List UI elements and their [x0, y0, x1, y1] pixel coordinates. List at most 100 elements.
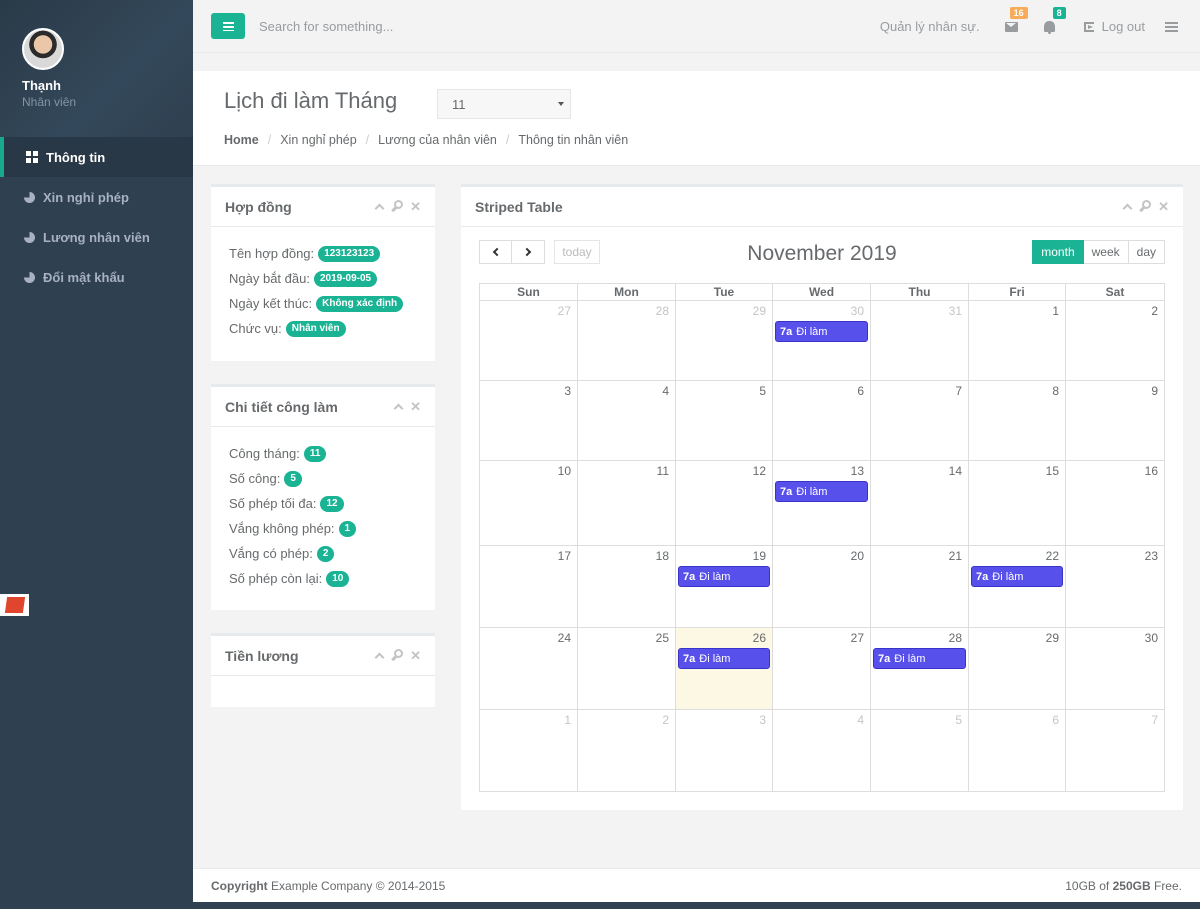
calendar-event[interactable]: 7a Đi làm	[873, 648, 966, 669]
weekday-header: Fri	[969, 284, 1066, 301]
calendar-day[interactable]: 14	[871, 461, 969, 546]
day-number: 6	[1052, 713, 1059, 727]
tasks-icon[interactable]	[1165, 21, 1178, 32]
day-number: 29	[1045, 631, 1059, 645]
extension-icon[interactable]	[0, 594, 29, 616]
info-row: Chức vụ: Nhân viên	[229, 316, 417, 341]
calendar-event[interactable]: 7a Đi làm	[678, 566, 770, 587]
close-icon[interactable]: ✕	[410, 400, 421, 413]
collapse-icon[interactable]	[393, 403, 404, 414]
calendar-day[interactable]: 30 7a Đi làm	[773, 301, 871, 381]
wrench-icon[interactable]	[391, 200, 404, 212]
wrench-icon[interactable]	[1139, 200, 1152, 212]
event-time: 7a	[683, 570, 696, 583]
calendar-day[interactable]: 21	[871, 546, 969, 628]
calendar-day[interactable]: 17	[480, 546, 578, 628]
sidebar-item-xin-nghi-phep[interactable]: Xin nghỉ phép	[0, 177, 193, 217]
breadcrumb-xin-nghi-phep[interactable]: Xin nghỉ phép	[280, 133, 356, 147]
calendar-event[interactable]: 7a Đi làm	[971, 566, 1063, 587]
calendar-day[interactable]: 30	[1066, 628, 1165, 710]
work-detail-panel: Chi tiết công làm ✕ Công tháng: 11 Số công…	[211, 384, 435, 610]
logout-link[interactable]: Log out	[1083, 19, 1145, 34]
calendar-day[interactable]: 2	[1066, 301, 1165, 381]
calendar-day[interactable]: 26 7a Đi làm	[676, 628, 773, 710]
breadcrumb-home[interactable]: Home	[224, 133, 259, 147]
calendar-day[interactable]: 3	[676, 710, 773, 792]
calendar-day[interactable]: 31	[871, 301, 969, 381]
calendar-day[interactable]: 22 7a Đi làm	[969, 546, 1066, 628]
calendar-day[interactable]: 6	[773, 381, 871, 461]
close-icon[interactable]: ✕	[410, 200, 421, 213]
calendar-day[interactable]: 12	[676, 461, 773, 546]
profile-name[interactable]: Thạnh	[22, 78, 193, 93]
calendar-day[interactable]: 6	[969, 710, 1066, 792]
calendar-day[interactable]: 29	[969, 628, 1066, 710]
search-input[interactable]	[259, 15, 559, 37]
calendar-day[interactable]: 9	[1066, 381, 1165, 461]
collapse-icon[interactable]	[374, 652, 385, 663]
day-number: 28	[655, 304, 669, 318]
calendar-day[interactable]: 1	[969, 301, 1066, 381]
calendar-day[interactable]: 16	[1066, 461, 1165, 546]
calendar-day[interactable]: 29	[676, 301, 773, 381]
wrench-icon[interactable]	[391, 649, 404, 661]
profile-role: Nhân viên	[22, 95, 77, 109]
calendar-day[interactable]: 7	[871, 381, 969, 461]
close-icon[interactable]: ✕	[1158, 200, 1169, 213]
calendar-day[interactable]: 2	[578, 710, 676, 792]
close-icon[interactable]: ✕	[410, 649, 421, 662]
avatar[interactable]	[22, 28, 64, 70]
event-title: Đi làm	[992, 570, 1024, 583]
calendar-day[interactable]: 18	[578, 546, 676, 628]
calendar-day[interactable]: 25	[578, 628, 676, 710]
sidebar-item-thong-tin[interactable]: Thông tin	[0, 137, 193, 177]
calendar-day[interactable]: 28 7a Đi làm	[871, 628, 969, 710]
calendar-day[interactable]: 5	[676, 381, 773, 461]
calendar-event[interactable]: 7a Đi làm	[775, 321, 868, 342]
alerts-button[interactable]: 8	[1036, 6, 1066, 37]
day-view-button[interactable]: day	[1128, 240, 1165, 264]
day-number: 17	[557, 549, 571, 563]
calendar-day[interactable]: 27	[773, 628, 871, 710]
sidebar-item-label: Thông tin	[46, 149, 106, 165]
sidebar-item-luong-nhan-vien[interactable]: Lương nhân viên	[0, 217, 193, 257]
collapse-icon[interactable]	[1122, 203, 1133, 214]
calendar-day[interactable]: 23	[1066, 546, 1165, 628]
calendar-event[interactable]: 7a Đi làm	[775, 481, 868, 502]
calendar-day[interactable]: 10	[480, 461, 578, 546]
sidebar-item-doi-mat-khau[interactable]: Đổi mật khẩu	[0, 257, 193, 297]
week-view-button[interactable]: week	[1083, 240, 1129, 264]
value-badge: 2	[316, 545, 335, 562]
calendar-event[interactable]: 7a Đi làm	[678, 648, 770, 669]
messages-button[interactable]: 16	[998, 6, 1028, 37]
calendar-day[interactable]: 19 7a Đi làm	[676, 546, 773, 628]
calendar-day[interactable]: 15	[969, 461, 1066, 546]
calendar-day[interactable]: 5	[871, 710, 969, 792]
calendar-day[interactable]: 4	[773, 710, 871, 792]
breadcrumb-luong[interactable]: Lương của nhân viên	[378, 133, 497, 147]
menu-toggle-button[interactable]	[211, 13, 245, 39]
calendar-day[interactable]: 13 7a Đi làm	[773, 461, 871, 546]
calendar-day[interactable]: 8	[969, 381, 1066, 461]
day-number: 20	[850, 549, 864, 563]
calendar-day[interactable]: 11	[578, 461, 676, 546]
collapse-icon[interactable]	[374, 203, 385, 214]
event-time: 7a	[878, 652, 891, 665]
caret-down-icon	[558, 102, 564, 106]
calendar-day[interactable]: 7	[1066, 710, 1165, 792]
page-title: Lịch đi làm Tháng	[224, 88, 398, 113]
calendar-day[interactable]: 24	[480, 628, 578, 710]
month-select[interactable]: 11	[437, 89, 571, 119]
day-number: 16	[1144, 464, 1158, 478]
calendar-day[interactable]: 3	[480, 381, 578, 461]
envelope-icon	[1005, 21, 1019, 32]
info-label: Công tháng:	[229, 446, 300, 461]
day-number: 4	[857, 713, 864, 727]
month-view-button[interactable]: month	[1032, 240, 1084, 264]
calendar-day[interactable]: 28	[578, 301, 676, 381]
calendar-day[interactable]: 1	[480, 710, 578, 792]
footer: Copyright Example Company © 2014-2015 10…	[193, 868, 1200, 902]
calendar-day[interactable]: 27	[480, 301, 578, 381]
calendar-day[interactable]: 4	[578, 381, 676, 461]
calendar-day[interactable]: 20	[773, 546, 871, 628]
